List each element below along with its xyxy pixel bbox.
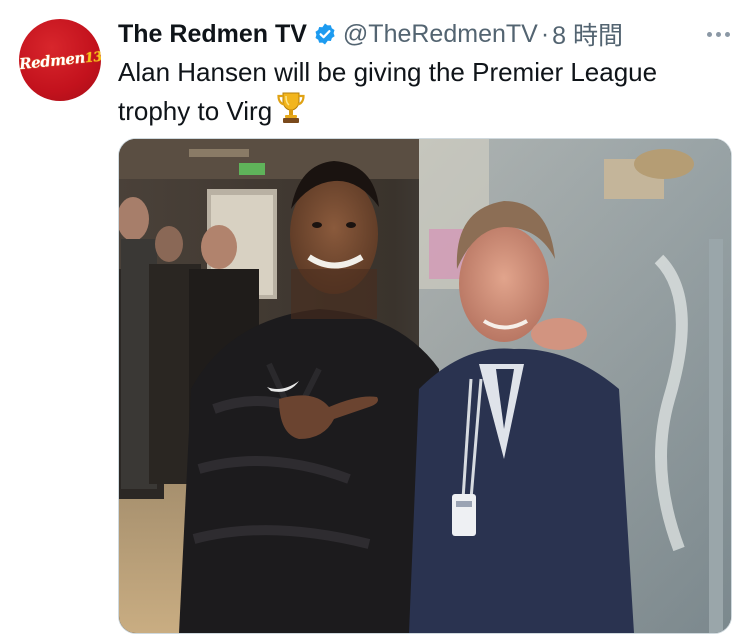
tweet-text-content: Alan Hansen will be giving the Premier L… xyxy=(118,57,658,126)
avatar[interactable]: Redmen13 xyxy=(19,19,101,101)
timestamp[interactable]: 8 時間 xyxy=(552,16,623,52)
separator: · xyxy=(540,19,550,48)
more-options-icon[interactable] xyxy=(707,20,730,48)
trophy-icon xyxy=(276,90,306,133)
display-name[interactable]: The Redmen TV xyxy=(118,20,307,49)
avatar-logo-text: Redmen xyxy=(19,48,86,74)
photo-image xyxy=(119,139,731,633)
tweet-header: The Redmen TV @TheRedmenTV · 8 時間 xyxy=(118,16,730,52)
avatar-logo-number: 13 xyxy=(83,49,101,67)
verified-badge-icon xyxy=(313,22,337,46)
avatar-logo: Redmen13 xyxy=(19,47,101,74)
tweet-text: Alan Hansen will be giving the Premier L… xyxy=(118,54,728,133)
handle[interactable]: @TheRedmenTV xyxy=(343,20,538,49)
tweet-photo[interactable] xyxy=(118,138,732,634)
